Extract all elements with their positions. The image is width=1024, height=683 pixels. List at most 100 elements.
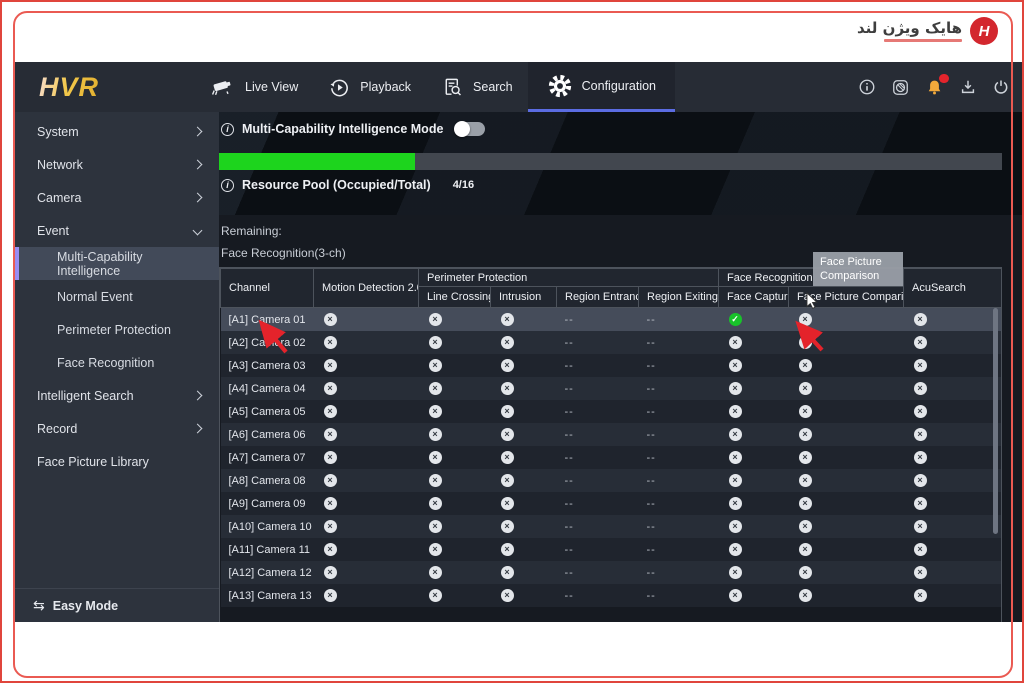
sidebar-item-face-picture-library[interactable]: Face Picture Library: [15, 445, 219, 478]
remaining-label: Remaining:: [221, 224, 282, 238]
disabled-cross-icon: ×: [914, 336, 927, 349]
table-row[interactable]: [A9] Camera 09×××----×××: [221, 492, 1002, 515]
disabled-cross-icon: ×: [429, 589, 442, 602]
sidebar-item-record[interactable]: Record: [15, 412, 219, 445]
disabled-cross-icon: ×: [729, 405, 742, 418]
not-applicable-cell: --: [639, 584, 719, 607]
multi-capability-toggle[interactable]: [455, 122, 485, 136]
status-cell: ×: [789, 584, 904, 607]
table-row[interactable]: [A4] Camera 04×××----×××: [221, 377, 1002, 400]
status-cell: ×: [491, 354, 557, 377]
sidebar-item-label: Record: [37, 422, 77, 436]
table-row[interactable]: [A11] Camera 11×××----×××: [221, 538, 1002, 561]
status-cell: ×: [314, 584, 419, 607]
disabled-cross-icon: ×: [799, 497, 812, 510]
disabled-cross-icon: ×: [324, 382, 337, 395]
disabled-cross-icon: ×: [799, 451, 812, 464]
sidebar-item-intelligent-search[interactable]: Intelligent Search: [15, 379, 219, 412]
status-cell: ×: [719, 492, 789, 515]
screen-control-icon[interactable]: [891, 78, 910, 97]
status-cell: ×: [789, 377, 904, 400]
alarm-bell-icon[interactable]: [925, 78, 944, 97]
status-cell: ×: [419, 538, 491, 561]
disabled-cross-icon: ×: [324, 428, 337, 441]
tab-playback[interactable]: Playback: [313, 62, 426, 112]
disabled-cross-icon: ×: [501, 474, 514, 487]
table-row[interactable]: [A6] Camera 06×××----×××: [221, 423, 1002, 446]
disabled-cross-icon: ×: [324, 474, 337, 487]
table-row[interactable]: [A10] Camera 10×××----×××: [221, 515, 1002, 538]
status-cell: ×: [789, 400, 904, 423]
table-row[interactable]: [A1] Camera 01×××----✓××: [221, 308, 1002, 332]
disabled-cross-icon: ×: [429, 405, 442, 418]
disabled-cross-icon: ×: [729, 359, 742, 372]
disabled-cross-icon: ×: [799, 382, 812, 395]
status-cell: ×: [419, 423, 491, 446]
status-cell: ×: [491, 515, 557, 538]
sidebar-item-event[interactable]: Event: [15, 214, 219, 247]
status-cell: ×: [314, 561, 419, 584]
disabled-cross-icon: ×: [501, 520, 514, 533]
status-cell: ×: [789, 561, 904, 584]
info-icon[interactable]: [858, 78, 876, 96]
disabled-cross-icon: ×: [729, 474, 742, 487]
nav-status-icons: [858, 78, 1024, 97]
not-applicable-cell: --: [557, 446, 639, 469]
table-row[interactable]: [A3] Camera 03×××----×××: [221, 354, 1002, 377]
sidebar-item-face-recognition[interactable]: Face Recognition: [15, 346, 219, 379]
status-cell: ×: [719, 423, 789, 446]
col-header-line-crossing: Line Crossing: [419, 287, 491, 308]
table-row[interactable]: [A7] Camera 07×××----×××: [221, 446, 1002, 469]
tab-playback-label: Playback: [360, 80, 411, 94]
table-row[interactable]: [A2] Camera 02×××----×××: [221, 331, 1002, 354]
channel-capability-table: Channel Motion Detection 2.0 Perimeter P…: [219, 267, 1002, 622]
table-scrollbar-thumb[interactable]: [993, 308, 998, 534]
sidebar-item-camera[interactable]: Camera: [15, 181, 219, 214]
disabled-cross-icon: ×: [729, 589, 742, 602]
status-cell: ×: [491, 469, 557, 492]
not-applicable-cell: --: [639, 308, 719, 332]
tab-configuration-label: Configuration: [582, 79, 656, 93]
tab-live-view[interactable]: Live View: [195, 62, 313, 112]
table-row[interactable]: [A12] Camera 12×××----×××: [221, 561, 1002, 584]
status-cell: ×: [491, 446, 557, 469]
disabled-cross-icon: ×: [729, 336, 742, 349]
hvr-logo: HVR: [39, 72, 99, 103]
disabled-cross-icon: ×: [799, 474, 812, 487]
table-row[interactable]: [A8] Camera 08×××----×××: [221, 469, 1002, 492]
not-applicable-cell: --: [639, 561, 719, 584]
sidebar-item-system[interactable]: System: [15, 115, 219, 148]
status-cell: ×: [719, 538, 789, 561]
sidebar-item-label: Network: [37, 158, 83, 172]
tab-configuration[interactable]: Configuration: [528, 62, 675, 112]
top-nav-bar: HVR Live View: [15, 62, 1024, 112]
status-cell: ×: [789, 331, 904, 354]
download-icon[interactable]: [959, 78, 977, 96]
sidebar-item-normal-event[interactable]: Normal Event: [15, 280, 219, 313]
status-cell: ×: [719, 446, 789, 469]
resource-pool-progress-bar: [219, 153, 1002, 170]
easy-mode-button[interactable]: ⇆ Easy Mode: [15, 588, 219, 622]
main-content: i Multi-Capability Intelligence Mode i R…: [219, 112, 1024, 622]
disabled-cross-icon: ×: [324, 313, 337, 326]
disabled-cross-icon: ×: [501, 543, 514, 556]
disabled-cross-icon: ×: [799, 520, 812, 533]
sidebar-item-network[interactable]: Network: [15, 148, 219, 181]
status-cell: ×: [904, 561, 1002, 584]
table-row[interactable]: [A5] Camera 05×××----×××: [221, 400, 1002, 423]
channel-cell: [A3] Camera 03: [221, 354, 314, 377]
status-cell: ×: [314, 400, 419, 423]
disabled-cross-icon: ×: [914, 497, 927, 510]
col-header-face-capture: Face Capture: [719, 287, 789, 308]
table-row[interactable]: [A13] Camera 13×××----×××: [221, 584, 1002, 607]
power-icon[interactable]: [992, 78, 1010, 96]
sidebar-item-perimeter-protection[interactable]: Perimeter Protection: [15, 313, 219, 346]
disabled-cross-icon: ×: [501, 497, 514, 510]
col-header-face-picture-comparison[interactable]: Face Picture Comparis...: [789, 287, 904, 308]
status-cell: ×: [314, 354, 419, 377]
sidebar-item-multi-capability-intelligence[interactable]: Multi-Capability Intelligence: [15, 247, 219, 280]
status-cell: ×: [904, 515, 1002, 538]
disabled-cross-icon: ×: [501, 382, 514, 395]
channel-cell: [A6] Camera 06: [221, 423, 314, 446]
tab-search[interactable]: Search: [426, 62, 528, 112]
